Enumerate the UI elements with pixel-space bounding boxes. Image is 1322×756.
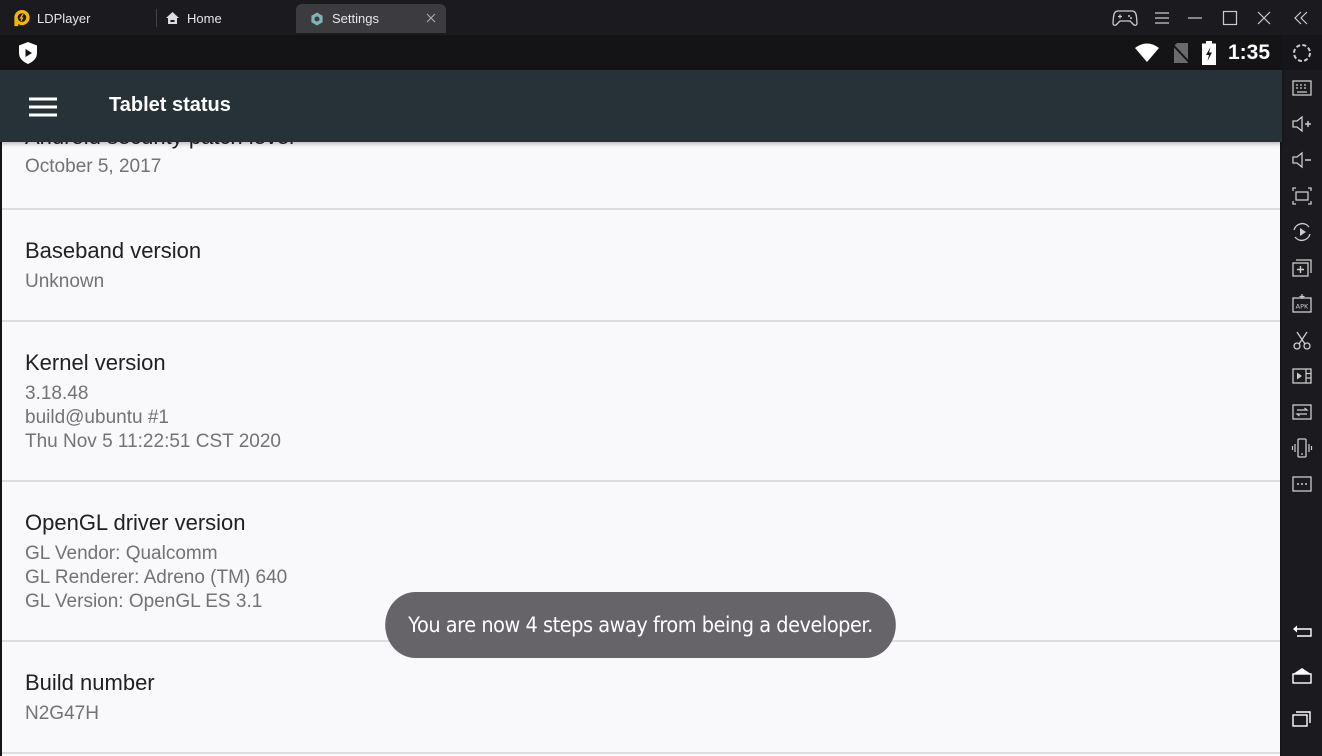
pref-title: Baseband version bbox=[25, 238, 202, 263]
app-name: LDPlayer bbox=[37, 10, 91, 26]
pref-summary: GL Vendor: Qualcomm GL Renderer: Adreno … bbox=[25, 543, 288, 612]
tab-settings-label: Settings bbox=[332, 11, 379, 26]
emulator-settings-icon[interactable] bbox=[1290, 41, 1314, 65]
keyboard-icon[interactable] bbox=[1291, 77, 1313, 99]
pref-item-build-number[interactable]: Build number N2G47H bbox=[2, 642, 1280, 754]
video-icon[interactable] bbox=[1291, 365, 1313, 387]
pref-item-kernel[interactable]: Kernel version 3.18.48 build@ubuntu #1 T… bbox=[2, 322, 1280, 482]
tab-settings[interactable]: Settings bbox=[296, 4, 446, 33]
svg-text:APK: APK bbox=[1296, 303, 1309, 311]
more-icon[interactable] bbox=[1291, 473, 1313, 495]
volume-up-icon[interactable] bbox=[1291, 113, 1313, 135]
gamepad-button[interactable] bbox=[1112, 7, 1138, 29]
shake-icon[interactable] bbox=[1291, 437, 1313, 459]
emulator-sidebar: APK bbox=[1282, 70, 1322, 756]
pref-item-baseband[interactable]: Baseband version Unknown bbox=[2, 210, 1280, 322]
volume-down-icon[interactable] bbox=[1291, 149, 1313, 171]
recents-icon[interactable] bbox=[1291, 708, 1313, 730]
wifi-icon bbox=[1134, 43, 1159, 62]
clock: 1:35 bbox=[1227, 41, 1270, 64]
hamburger-menu-icon[interactable] bbox=[29, 97, 57, 117]
pref-item-security-patch[interactable]: Android security patch level October 5, … bbox=[2, 142, 1280, 210]
preference-list[interactable]: Android security patch level October 5, … bbox=[2, 142, 1280, 756]
sync-icon[interactable] bbox=[1291, 401, 1313, 423]
minimize-button[interactable] bbox=[1184, 7, 1206, 29]
pref-title: OpenGL driver version bbox=[25, 510, 246, 535]
close-window-button[interactable] bbox=[1253, 7, 1275, 29]
pref-title: Android security patch level bbox=[25, 142, 294, 150]
ldplayer-logo-icon bbox=[14, 9, 30, 26]
pref-summary: Unknown bbox=[25, 271, 105, 292]
collapse-sidebar-icon bbox=[1294, 11, 1308, 25]
status-icons: 1:35 bbox=[1134, 39, 1270, 67]
settings-gear-icon bbox=[311, 12, 323, 25]
title-bar: LDPlayer Home Settings bbox=[0, 0, 1322, 35]
install-apk-icon[interactable]: APK bbox=[1291, 293, 1313, 315]
tab-home-label: Home bbox=[187, 10, 222, 26]
app-toolbar: Tablet status bbox=[0, 70, 1282, 142]
add-window-icon[interactable] bbox=[1291, 257, 1313, 279]
android-status-bar: 1:35 bbox=[0, 35, 1282, 70]
page-title: Tablet status bbox=[109, 94, 231, 116]
no-sim-icon bbox=[1172, 43, 1190, 63]
app-brand: LDPlayer bbox=[12, 8, 90, 28]
pref-summary: N2G47H bbox=[25, 703, 99, 724]
record-icon[interactable] bbox=[1291, 221, 1313, 243]
fullscreen-icon[interactable] bbox=[1291, 185, 1313, 207]
back-icon[interactable] bbox=[1291, 620, 1313, 642]
pref-title: Build number bbox=[25, 670, 155, 695]
developer-toast: You are now 4 steps away from being a de… bbox=[385, 592, 896, 658]
maximize-button[interactable] bbox=[1219, 7, 1241, 29]
menu-button[interactable] bbox=[1151, 7, 1173, 29]
android-home-icon[interactable] bbox=[1291, 665, 1313, 687]
collapse-sidebar-button[interactable] bbox=[1290, 7, 1312, 29]
pref-summary: October 5, 2017 bbox=[25, 156, 162, 177]
screenshot-scissors-icon[interactable] bbox=[1291, 329, 1313, 351]
menu-icon bbox=[1155, 12, 1169, 24]
battery-charging-icon bbox=[1201, 41, 1216, 65]
tab-close-icon[interactable] bbox=[424, 11, 438, 25]
tab-home[interactable]: Home bbox=[165, 8, 222, 28]
gamepad-icon bbox=[1112, 10, 1138, 26]
close-icon bbox=[1257, 11, 1271, 25]
home-icon bbox=[166, 12, 179, 24]
maximize-icon bbox=[1222, 10, 1238, 26]
pref-title: Kernel version bbox=[25, 350, 166, 375]
tab-divider bbox=[156, 9, 157, 27]
play-protect-shield-icon bbox=[19, 42, 37, 64]
pref-summary: 3.18.48 build@ubuntu #1 Thu Nov 5 11:22:… bbox=[25, 383, 281, 452]
minimize-icon bbox=[1188, 17, 1202, 19]
